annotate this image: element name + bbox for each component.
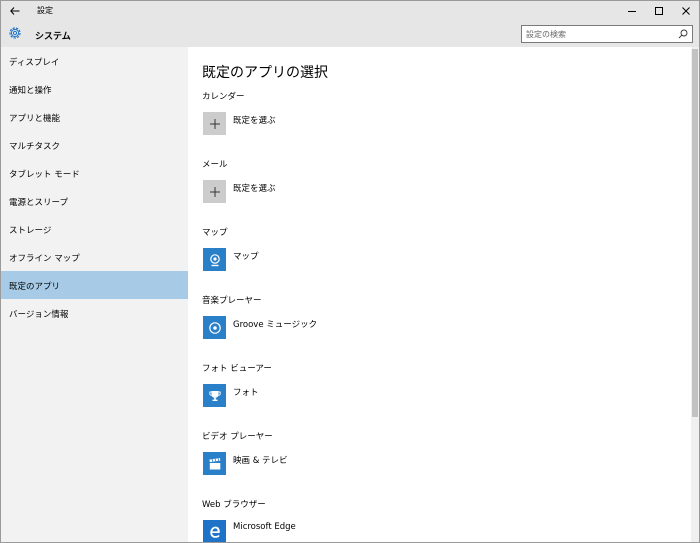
search-icon[interactable]	[678, 29, 688, 39]
maximize-button[interactable]	[646, 2, 672, 20]
sidebar-item-label: ディスプレイ	[9, 58, 60, 68]
sidebar-item-multitasking[interactable]: マルチタスク	[1, 131, 188, 159]
sidebar-item-label: タブレット モード	[9, 170, 80, 180]
sidebar-item-label: 通知と操作	[9, 86, 52, 96]
edge-app-tile[interactable]	[203, 520, 226, 542]
groove-disc-icon	[208, 321, 221, 334]
sidebar-item-label: マルチタスク	[9, 142, 61, 152]
search-box[interactable]	[521, 25, 693, 43]
sidebar-item-offline-maps[interactable]: オフライン マップ	[1, 243, 188, 271]
plus-icon	[209, 118, 220, 129]
sidebar-item-label: 既定のアプリ	[9, 282, 61, 292]
sidebar-item-display[interactable]: ディスプレイ	[1, 47, 188, 75]
close-icon	[682, 7, 690, 15]
title-bar: 設定	[1, 1, 699, 21]
mail-app-tile[interactable]	[203, 180, 226, 203]
edge-icon	[209, 526, 220, 538]
sidebar-item-label: オフライン マップ	[9, 254, 80, 264]
page-title: 既定のアプリの選択	[202, 65, 328, 81]
scrollbar-thumb[interactable]	[692, 49, 698, 417]
plus-icon	[209, 186, 220, 197]
sidebar-item-label: アプリと機能	[9, 114, 61, 124]
settings-header: システム	[1, 21, 699, 47]
photos-app-label[interactable]: フォト	[233, 386, 259, 398]
search-input[interactable]	[526, 27, 674, 41]
movies-tv-app-label[interactable]: 映画 & テレビ	[233, 454, 288, 466]
photos-trophy-icon	[208, 390, 221, 401]
music-app-label[interactable]: Groove ミュージック	[233, 318, 317, 330]
window-title: 設定	[37, 6, 53, 15]
category-label-mail: メール	[202, 160, 228, 170]
minimize-icon	[628, 11, 636, 12]
sidebar-item-power-sleep[interactable]: 電源とスリープ	[1, 187, 188, 215]
category-label-web-browser: Web ブラウザー	[202, 500, 266, 510]
minimize-button[interactable]	[619, 2, 645, 20]
movies-tv-app-tile[interactable]	[203, 452, 226, 475]
maximize-icon	[655, 7, 663, 15]
maps-camera-icon	[209, 253, 220, 266]
sidebar-item-label: バージョン情報	[9, 310, 69, 320]
mail-app-label[interactable]: 既定を選ぶ	[233, 182, 276, 194]
gear-icon	[9, 27, 21, 39]
category-label-calendar: カレンダー	[202, 92, 245, 102]
sidebar-item-label: ストレージ	[9, 226, 52, 236]
category-label-photo-viewer: フォト ビューアー	[202, 364, 272, 374]
clapperboard-icon	[209, 457, 220, 469]
sidebar-item-default-apps[interactable]: 既定のアプリ	[1, 271, 188, 299]
calendar-app-label[interactable]: 既定を選ぶ	[233, 114, 276, 126]
settings-window: 設定 システム ディスプレイ 通知と操作 アプリと機能 マ	[0, 0, 700, 543]
vertical-scrollbar[interactable]	[691, 47, 699, 542]
sidebar-item-storage[interactable]: ストレージ	[1, 215, 188, 243]
calendar-app-tile[interactable]	[203, 112, 226, 135]
sidebar-item-label: 電源とスリープ	[9, 198, 68, 208]
category-label-video-player: ビデオ プレーヤー	[202, 432, 273, 442]
back-arrow-icon	[10, 7, 20, 15]
sidebar-item-notifications[interactable]: 通知と操作	[1, 75, 188, 103]
edge-app-label[interactable]: Microsoft Edge	[233, 522, 296, 532]
category-label-music: 音楽プレーヤー	[202, 296, 262, 306]
section-title: システム	[35, 32, 71, 42]
back-button[interactable]	[5, 3, 25, 19]
photos-app-tile[interactable]	[203, 384, 226, 407]
close-button[interactable]	[673, 2, 699, 20]
sidebar: ディスプレイ 通知と操作 アプリと機能 マルチタスク タブレット モード 電源と…	[1, 47, 188, 542]
sidebar-item-about[interactable]: バージョン情報	[1, 299, 188, 327]
music-app-tile[interactable]	[203, 316, 226, 339]
sidebar-item-apps-features[interactable]: アプリと機能	[1, 103, 188, 131]
maps-app-tile[interactable]	[203, 248, 226, 271]
main-content: 既定のアプリの選択 カレンダー 既定を選ぶ メール 既定を選ぶ マップ マップ …	[188, 47, 691, 542]
sidebar-item-tablet-mode[interactable]: タブレット モード	[1, 159, 188, 187]
category-label-maps: マップ	[202, 228, 228, 238]
maps-app-label[interactable]: マップ	[233, 250, 259, 262]
